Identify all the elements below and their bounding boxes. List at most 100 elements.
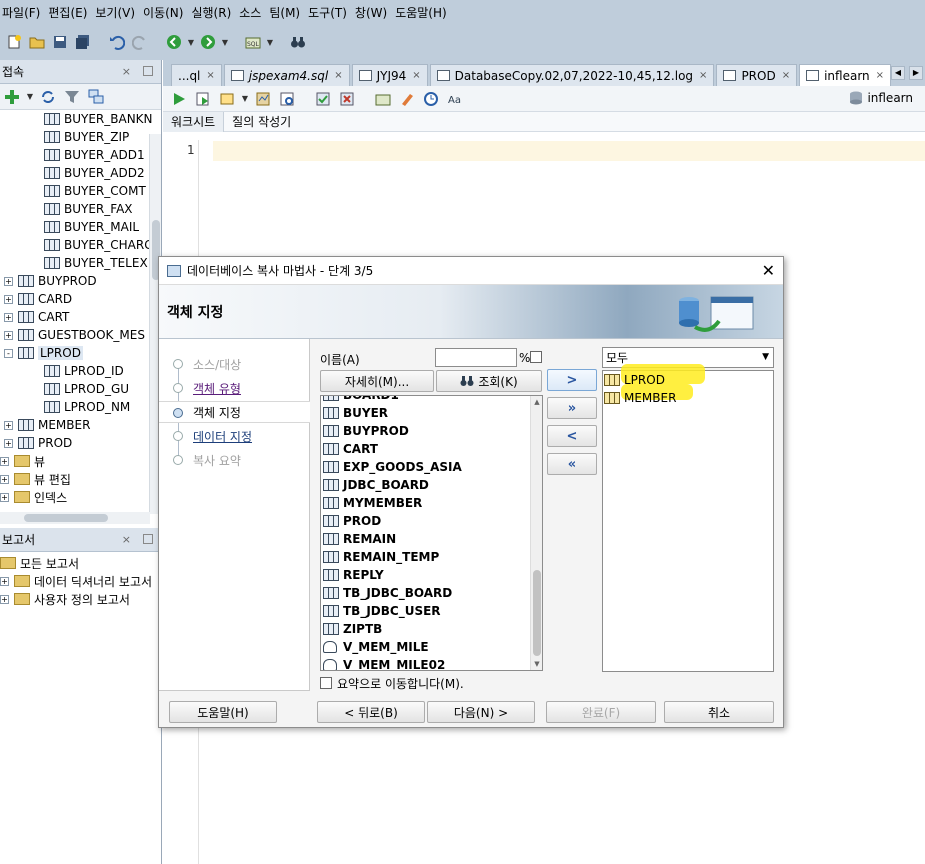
editor-tab[interactable]: jspexam4.sql × (223, 64, 350, 86)
editor-tab[interactable]: ...ql × (171, 64, 222, 86)
save-all-icon[interactable] (73, 32, 93, 52)
available-object-item[interactable]: CART (323, 440, 378, 458)
sql-worksheet-dropdown-icon[interactable]: ▼ (266, 32, 274, 52)
explain-plan-icon[interactable] (253, 89, 273, 109)
clear-icon[interactable] (397, 89, 417, 109)
tree-item[interactable]: BUYER_BANKN (30, 110, 153, 128)
sql-tuning-icon[interactable] (373, 89, 393, 109)
next-button[interactable]: 다음(N) > (427, 701, 535, 723)
refresh-icon[interactable] (38, 87, 58, 107)
expand-icon[interactable]: + (4, 294, 13, 304)
expand-icon[interactable]: + (4, 276, 13, 286)
current-line-highlight[interactable] (213, 141, 925, 161)
add-connection-icon[interactable] (2, 87, 22, 107)
editor-tab[interactable]: DatabaseCopy.02,07,2022-10,45,12.log × (429, 64, 715, 86)
tree-item[interactable]: LPROD_GU (30, 380, 129, 398)
move-all-left-button[interactable]: « (547, 453, 597, 475)
minimize-icon[interactable] (143, 66, 153, 76)
available-object-item[interactable]: BOARD1 (323, 396, 399, 404)
connection-selector[interactable]: inflearn (849, 91, 913, 105)
close-icon[interactable]: × (334, 70, 342, 81)
menu-item[interactable]: 팀(M) (267, 4, 306, 21)
open-folder-icon[interactable] (27, 32, 47, 52)
menu-item[interactable]: 이동(N) (141, 4, 189, 21)
menu-item[interactable]: 소스 (237, 4, 267, 21)
expand-icon[interactable]: + (0, 492, 9, 502)
text-case-icon[interactable]: Aa (445, 89, 465, 109)
wizard-step[interactable]: 객체 유형 (159, 377, 310, 399)
selected-object-item[interactable]: LPROD (604, 371, 665, 389)
commit-icon[interactable] (217, 89, 237, 109)
collapse-icon[interactable]: - (4, 348, 13, 358)
editor-tab[interactable]: inflearn × (799, 64, 892, 86)
tree-item[interactable]: BUYER_COMT (30, 182, 146, 200)
cancel-button[interactable]: 취소 (664, 701, 774, 723)
detail-button[interactable]: 자세히(M)... (320, 370, 434, 392)
menu-item[interactable]: 파일(F) (0, 4, 46, 21)
expand-icon[interactable]: + (4, 312, 13, 322)
worksheet-subtab[interactable]: 질의 작성기 (224, 112, 299, 132)
back-button[interactable]: < 뒤로(B) (317, 701, 425, 723)
available-object-item[interactable]: REMAIN_TEMP (323, 548, 439, 566)
available-object-item[interactable]: REMAIN (323, 530, 396, 548)
help-button[interactable]: 도움말(H) (169, 701, 277, 723)
close-icon[interactable]: ✕ (762, 261, 775, 280)
available-object-item[interactable]: MYMEMBER (323, 494, 422, 512)
available-objects-scrollbar[interactable]: ▲ ▼ (530, 396, 542, 670)
close-icon[interactable]: × (782, 70, 790, 81)
percent-checkbox[interactable] (530, 351, 542, 363)
run-statement-icon[interactable] (169, 89, 189, 109)
tree-item[interactable]: + CART (4, 308, 69, 326)
available-object-item[interactable]: JDBC_BOARD (323, 476, 429, 494)
available-object-item[interactable]: BUYER (323, 404, 388, 422)
back-nav-icon[interactable] (164, 32, 184, 52)
selected-object-item[interactable]: MEMBER (604, 389, 676, 407)
tab-scroll-left-icon[interactable]: ◀ (891, 66, 905, 80)
close-icon[interactable]: × (876, 70, 884, 81)
report-item[interactable]: + 사용자 정의 보고서 (0, 590, 130, 608)
close-icon[interactable]: × (122, 65, 131, 78)
close-icon[interactable]: × (699, 70, 707, 81)
expand-icon[interactable]: + (4, 420, 13, 430)
available-object-item[interactable]: PROD (323, 512, 381, 530)
expand-icon[interactable]: + (0, 594, 9, 604)
expand-icon[interactable]: + (0, 576, 9, 586)
autotrace-icon[interactable] (277, 89, 297, 109)
tab-scroll-right-icon[interactable]: ▶ (909, 66, 923, 80)
tree-item[interactable]: + 뷰 편집 (0, 470, 71, 488)
add-connection-dropdown-icon[interactable]: ▼ (26, 87, 34, 107)
available-object-item[interactable]: TB_JDBC_BOARD (323, 584, 452, 602)
tree-item[interactable]: BUYER_FAX (30, 200, 133, 218)
go-to-summary-checkbox[interactable] (320, 677, 332, 689)
tree-item[interactable]: BUYER_ADD2 (30, 164, 145, 182)
tree-item[interactable]: LPROD_ID (30, 362, 124, 380)
tree-item[interactable]: BUYER_MAIL (30, 218, 139, 236)
report-item[interactable]: 모든 보고서 (0, 554, 79, 572)
report-item[interactable]: + 데이터 딕셔너리 보고서 (0, 572, 152, 590)
menu-item[interactable]: 도움말(H) (393, 4, 453, 21)
menu-item[interactable]: 실행(R) (189, 4, 237, 21)
tree-item[interactable]: + BUYPROD (4, 272, 97, 290)
menu-item[interactable]: 편집(E) (46, 4, 93, 21)
available-object-item[interactable]: ZIPTB (323, 620, 382, 638)
close-icon[interactable]: × (122, 533, 131, 546)
connections-tree-horizontal-scrollbar[interactable] (0, 512, 150, 524)
move-all-right-button[interactable]: » (547, 397, 597, 419)
expand-icon[interactable]: + (4, 438, 13, 448)
tree-item[interactable]: BUYER_CHARG (30, 236, 154, 254)
expand-icon[interactable]: + (4, 330, 13, 340)
redo-icon[interactable] (130, 32, 150, 52)
editor-tab[interactable]: JYJ94 × (351, 64, 428, 86)
run-script-icon[interactable] (193, 89, 213, 109)
tree-item[interactable]: + 뷰 (0, 452, 45, 470)
available-object-item[interactable]: V_MEM_MILE02 (323, 656, 445, 670)
minimize-icon[interactable] (143, 534, 153, 544)
editor-tab[interactable]: PROD × (716, 64, 798, 86)
history-icon[interactable] (421, 89, 441, 109)
menu-item[interactable]: 창(W) (353, 4, 393, 21)
sql-worksheet-icon[interactable]: SQL (243, 32, 263, 52)
close-icon[interactable]: × (412, 70, 420, 81)
available-object-item[interactable]: BUYPROD (323, 422, 409, 440)
expand-icon[interactable]: + (0, 474, 9, 484)
rollback-icon[interactable] (337, 89, 357, 109)
